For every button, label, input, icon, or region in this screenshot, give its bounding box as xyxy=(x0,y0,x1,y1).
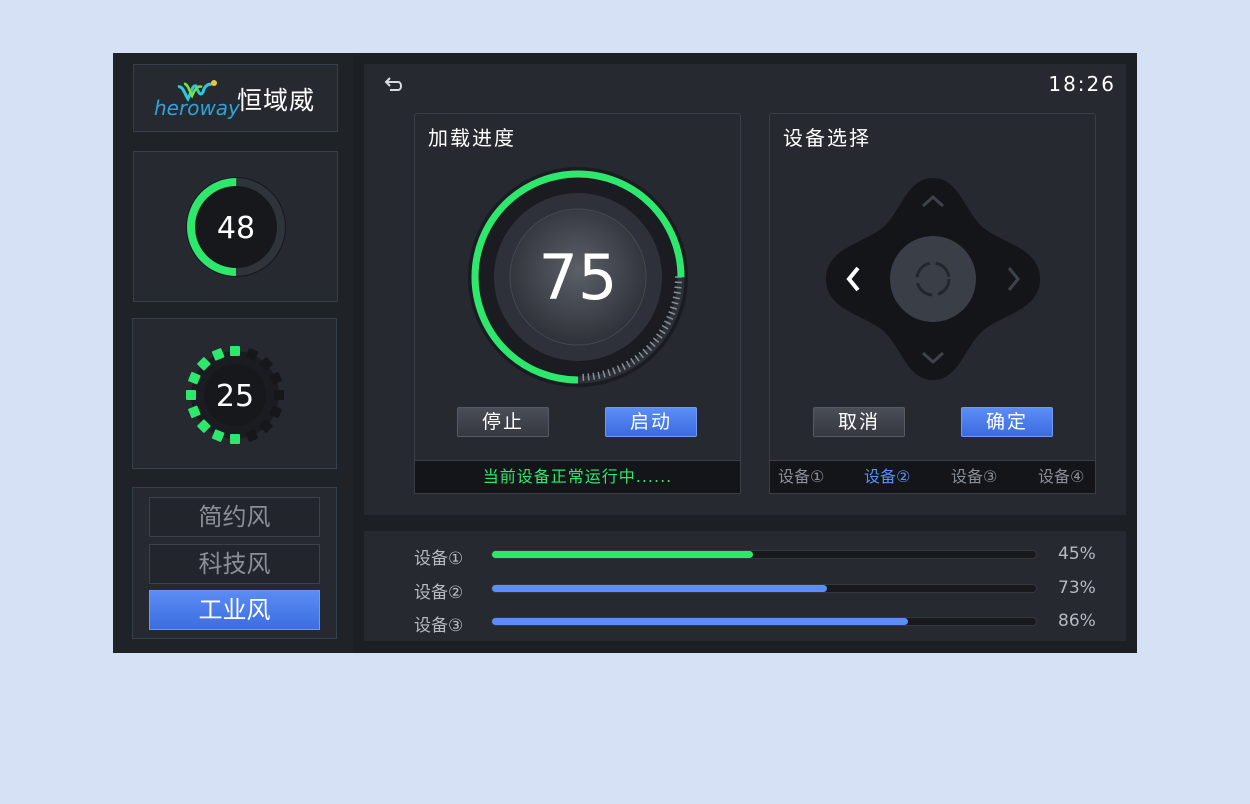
ring-gauge-card: 48 xyxy=(133,151,338,302)
load-panel-title: 加载进度 xyxy=(428,126,516,150)
progress-label: 设备② xyxy=(414,583,464,603)
status-message: 当前设备正常运行中...... xyxy=(414,460,741,494)
load-dial: 75 xyxy=(468,167,688,387)
progress-label: 设备① xyxy=(414,549,464,569)
style-button-simple[interactable]: 简约风 xyxy=(149,497,320,537)
device-tab-4[interactable]: 设备④ xyxy=(1038,461,1084,493)
gauge-segment xyxy=(230,346,240,356)
device-tab-3[interactable]: 设备③ xyxy=(951,461,997,493)
progress-track xyxy=(491,617,1037,626)
style-selector: 简约风 科技风 工业风 xyxy=(132,487,337,639)
device-select-panel: 设备选择 取消 确定 设备① 设备② 设备③ 设备④ xyxy=(769,113,1096,494)
cancel-button[interactable]: 取消 xyxy=(813,407,905,437)
dial-tick xyxy=(587,373,590,381)
progress-fill xyxy=(492,585,827,592)
gauge-segment xyxy=(186,390,196,400)
progress-percent: 86% xyxy=(1058,611,1096,631)
start-button[interactable]: 启动 xyxy=(605,407,697,437)
gauge-1-value: 48 xyxy=(217,211,255,246)
back-icon[interactable] xyxy=(384,74,406,92)
progress-percent: 73% xyxy=(1058,578,1096,598)
logo-card: heroway 恒域威 xyxy=(133,64,338,132)
ring-gauge: 48 xyxy=(186,177,286,277)
device-tab-1[interactable]: 设备① xyxy=(778,461,824,493)
app-window: heroway 恒域威 48 25 简约风 科技风 工业风 18:26 加载进度… xyxy=(113,53,1137,653)
load-progress-panel: 加载进度 75 停止 启动 当前设备正常运行中...... xyxy=(414,113,741,494)
main-panel: 18:26 加载进度 75 停止 启动 当前设备正常运行中...... 设备选择… xyxy=(364,64,1126,515)
gauge-2-value: 25 xyxy=(216,379,254,414)
progress-fill xyxy=(492,618,909,625)
progress-fill xyxy=(492,551,754,558)
dial-tick xyxy=(674,286,682,289)
dash-gauge: 25 xyxy=(186,346,284,444)
sidebar: heroway 恒域威 48 25 简约风 科技风 工业风 xyxy=(113,53,353,653)
gauge-segment xyxy=(274,390,284,400)
progress-track xyxy=(491,550,1037,559)
device-tab-2[interactable]: 设备② xyxy=(864,461,910,493)
progress-percent: 45% xyxy=(1058,544,1096,564)
progress-label: 设备③ xyxy=(414,616,464,636)
clock: 18:26 xyxy=(1048,72,1116,96)
device-panel-title: 设备选择 xyxy=(783,126,871,150)
progress-track xyxy=(491,584,1037,593)
device-progress-list: 设备① 45% 设备② 73% 设备③ 86% xyxy=(364,531,1126,641)
logo-text: heroway xyxy=(154,96,241,120)
direction-pad xyxy=(826,178,1040,380)
dash-gauge-card: 25 xyxy=(132,318,337,469)
stop-button[interactable]: 停止 xyxy=(457,407,549,437)
style-button-industrial[interactable]: 工业风 xyxy=(149,590,320,630)
device-tabs: 设备① 设备② 设备③ 设备④ xyxy=(769,460,1096,494)
style-button-tech[interactable]: 科技风 xyxy=(149,544,320,584)
confirm-button[interactable]: 确定 xyxy=(961,407,1053,437)
gauge-segment xyxy=(230,434,240,444)
load-value: 75 xyxy=(539,241,618,314)
brand-name: 恒域威 xyxy=(237,86,316,115)
